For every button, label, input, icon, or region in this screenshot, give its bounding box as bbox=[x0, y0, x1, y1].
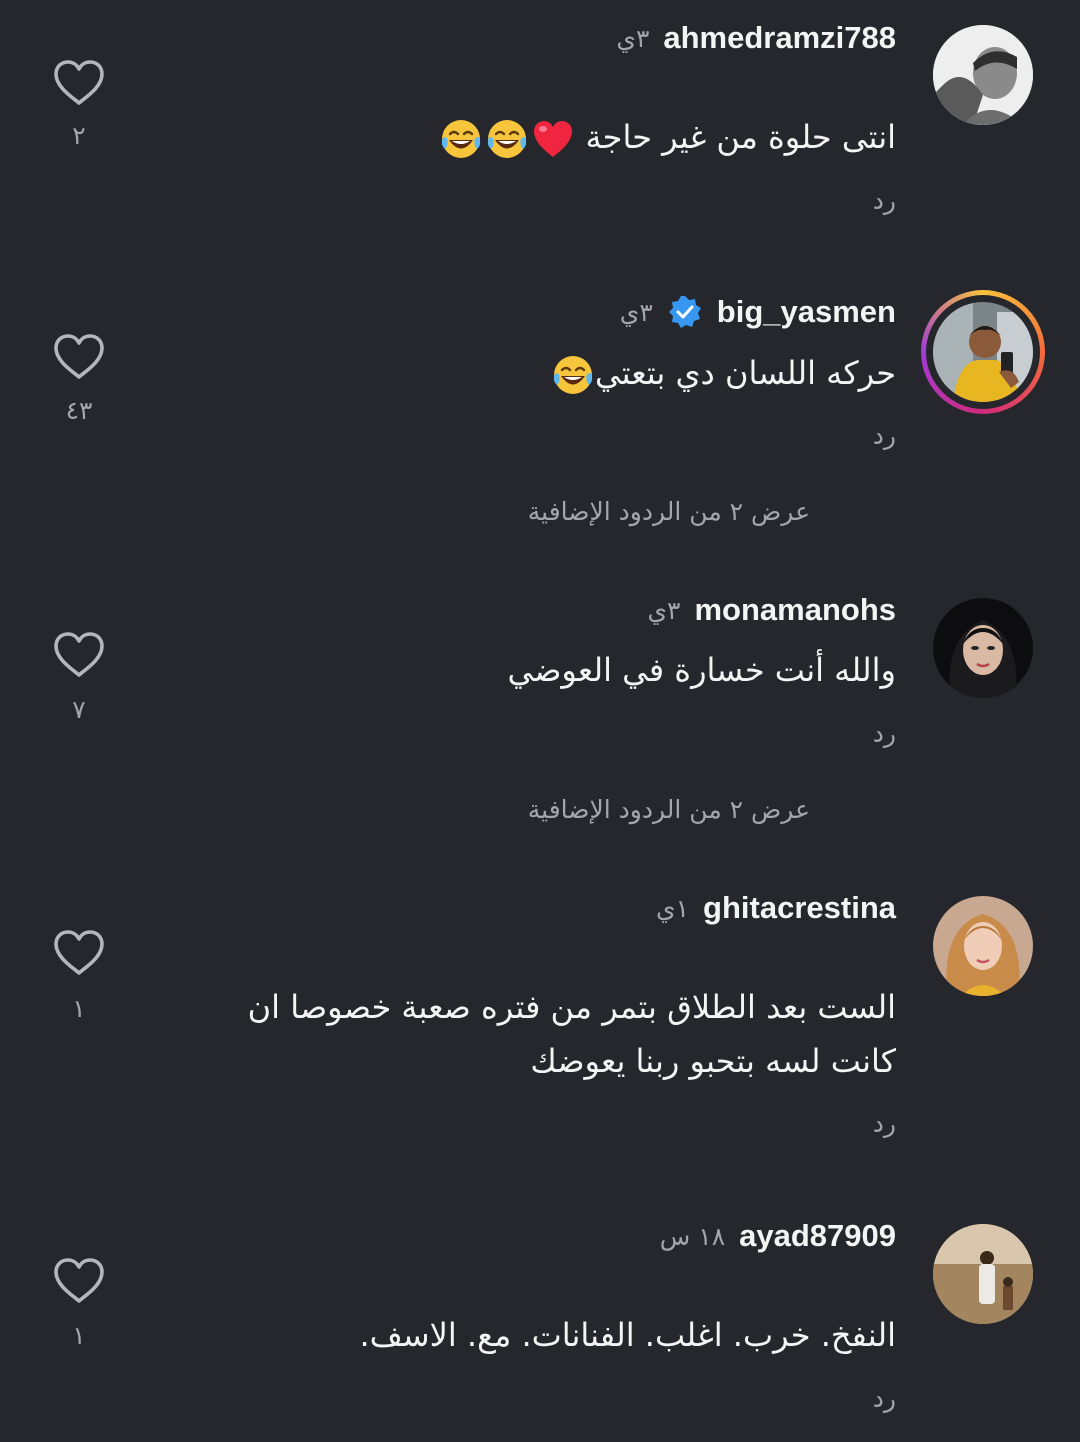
like-count: ١ bbox=[72, 1321, 86, 1350]
comment-text-line: الست بعد الطلاق بتمر من فتره صعبة خصوصا … bbox=[247, 988, 896, 1026]
comment-header: ayad87909 ١٨ س bbox=[660, 1218, 896, 1254]
comment-text-line: كانت لسه بتحبو ربنا يعوضك bbox=[530, 1042, 896, 1080]
verified-badge-icon bbox=[668, 296, 701, 328]
username[interactable]: big_yasmen bbox=[717, 294, 896, 330]
tears-of-joy-emoji bbox=[551, 353, 595, 397]
reply-button[interactable]: رد bbox=[873, 1384, 896, 1413]
reply-button[interactable]: رد bbox=[873, 186, 896, 215]
comment-header: big_yasmen ٣ي bbox=[620, 294, 896, 330]
like-button[interactable] bbox=[52, 59, 106, 107]
comment-text-body: انتى حلوة من غير حاجة bbox=[585, 118, 897, 156]
heart-outline-icon bbox=[52, 1257, 106, 1305]
username[interactable]: ayad87909 bbox=[739, 1218, 896, 1254]
comment-header: ahmedramzi788 ٣ي bbox=[616, 20, 896, 56]
like-count: ١ bbox=[72, 994, 86, 1023]
view-more-replies-link[interactable]: عرض ٢ من الردود الإضافية bbox=[528, 795, 810, 824]
like-button[interactable] bbox=[52, 929, 106, 977]
comment-text: والله أنت خسارة في العوضي bbox=[508, 643, 896, 697]
comment-text-body: والله أنت خسارة في العوضي bbox=[507, 651, 896, 689]
like-count: ٢ bbox=[72, 121, 86, 150]
comment-text: النفخ. خرب. اغلب. الفنانات. مع. الاسف. bbox=[360, 1308, 897, 1362]
tears-of-joy-emoji bbox=[439, 117, 483, 161]
timestamp: ١٨ س bbox=[659, 1221, 726, 1251]
heart-outline-icon bbox=[52, 333, 106, 381]
reply-button[interactable]: رد bbox=[873, 1109, 896, 1138]
comment-text: الست بعد الطلاق بتمر من فتره صعبة خصوصا … bbox=[248, 980, 896, 1088]
avatar[interactable] bbox=[933, 1224, 1033, 1324]
username[interactable]: ahmedramzi788 bbox=[663, 20, 896, 56]
timestamp: ٣ي bbox=[616, 23, 650, 53]
username[interactable]: monamanohs bbox=[694, 592, 896, 628]
like-button[interactable] bbox=[52, 631, 106, 679]
comment-text-body: حركه اللسان دي بتعتي bbox=[595, 354, 896, 392]
avatar[interactable] bbox=[933, 896, 1033, 996]
view-more-replies-link[interactable]: عرض ٢ من الردود الإضافية bbox=[528, 497, 810, 526]
reply-button[interactable]: رد bbox=[873, 421, 896, 450]
avatar[interactable] bbox=[933, 25, 1033, 125]
avatar[interactable] bbox=[933, 302, 1033, 402]
comment-text-body: النفخ. خرب. اغلب. الفنانات. مع. الاسف. bbox=[359, 1316, 897, 1354]
comment-header: monamanohs ٣ي bbox=[647, 592, 896, 628]
avatar[interactable] bbox=[933, 598, 1033, 698]
timestamp: ١ي bbox=[656, 893, 690, 923]
username[interactable]: ghitacrestina bbox=[703, 890, 896, 926]
red-heart-emoji bbox=[531, 117, 575, 161]
comment-text: حركه اللسان دي بتعتي bbox=[549, 346, 896, 400]
timestamp: ٣ي bbox=[619, 297, 653, 327]
comment-header: ghitacrestina ١ي bbox=[656, 890, 896, 926]
like-button[interactable] bbox=[52, 1257, 106, 1305]
story-ring[interactable] bbox=[921, 290, 1045, 414]
like-button[interactable] bbox=[52, 333, 106, 381]
tears-of-joy-emoji bbox=[485, 117, 529, 161]
heart-outline-icon bbox=[52, 59, 106, 107]
like-count: ٤٣ bbox=[65, 396, 93, 425]
heart-outline-icon bbox=[52, 631, 106, 679]
comment-text: انتى حلوة من غير حاجة bbox=[437, 110, 896, 164]
timestamp: ٣ي bbox=[647, 595, 681, 625]
reply-button[interactable]: رد bbox=[873, 719, 896, 748]
heart-outline-icon bbox=[52, 929, 106, 977]
like-count: ٧ bbox=[72, 695, 86, 724]
